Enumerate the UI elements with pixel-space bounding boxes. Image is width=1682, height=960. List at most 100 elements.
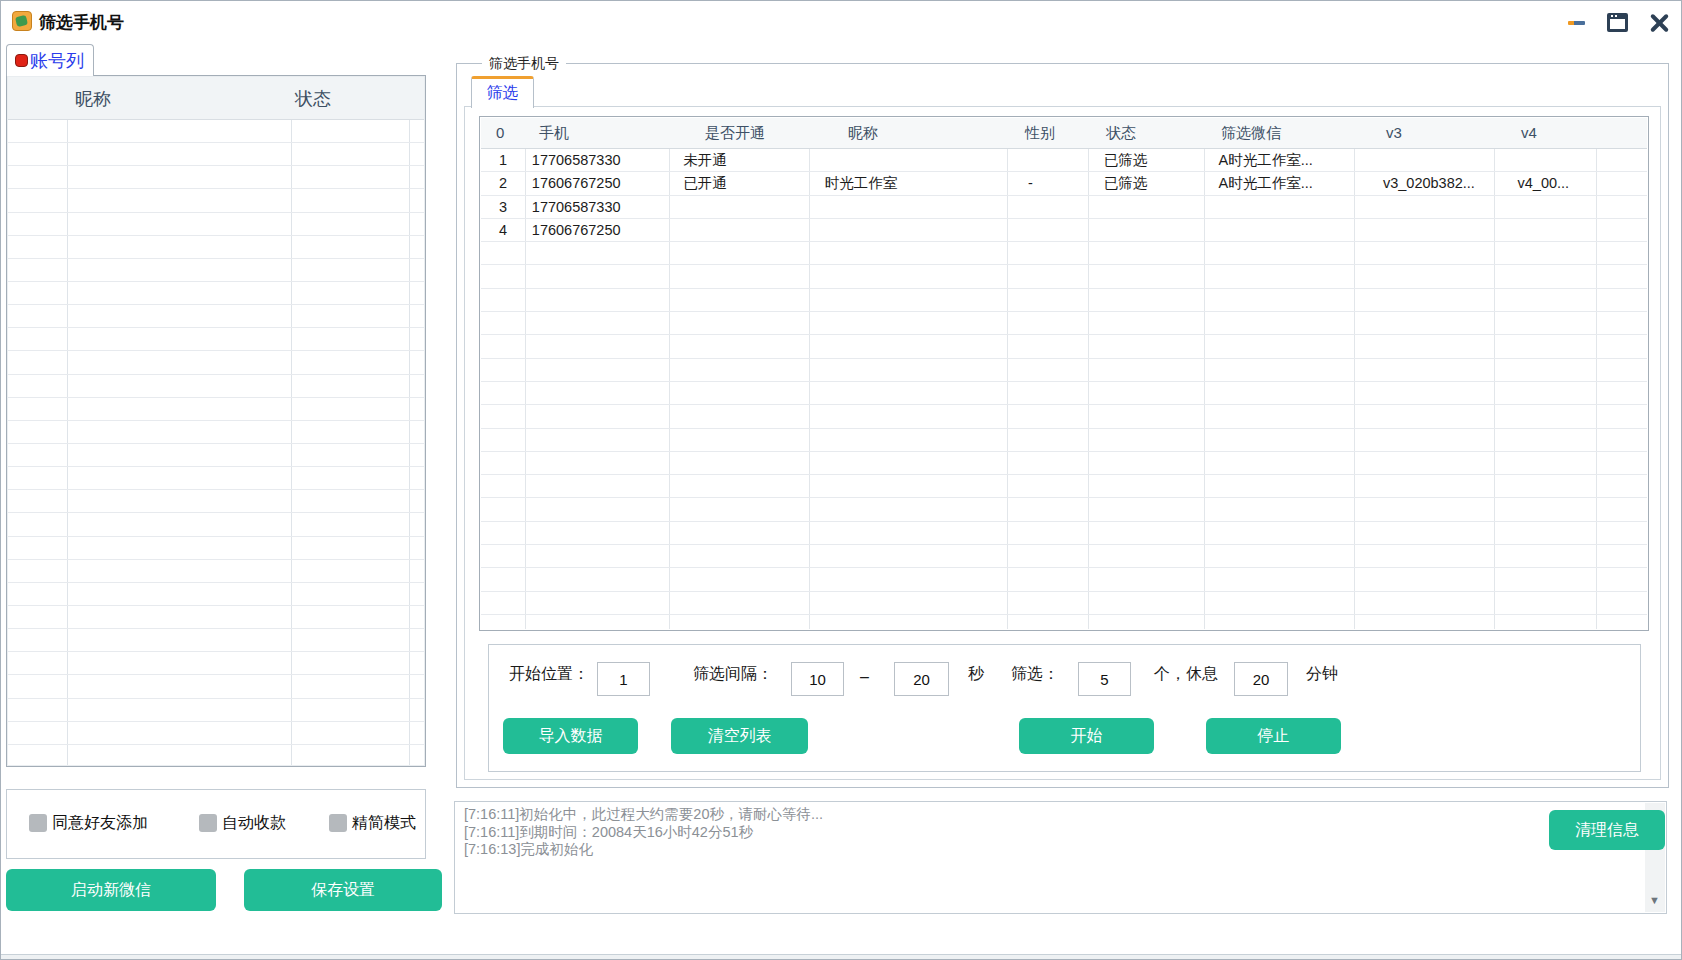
account-row[interactable] xyxy=(8,143,424,166)
account-row[interactable] xyxy=(8,328,424,351)
launch-wechat-button[interactable]: 启动新微信 xyxy=(6,869,216,911)
account-row[interactable] xyxy=(8,537,424,560)
account-row[interactable] xyxy=(8,351,424,374)
account-row[interactable] xyxy=(8,189,424,212)
account-row[interactable] xyxy=(8,629,424,652)
start-pos-input[interactable] xyxy=(597,662,650,696)
filter-row[interactable] xyxy=(481,405,1647,428)
filter-row[interactable] xyxy=(481,335,1647,358)
account-row[interactable] xyxy=(8,583,424,606)
filter-table-header: 0手机是否开通昵称性别状态筛选微信v3v4 xyxy=(481,118,1647,149)
account-table-header: 昵称 状态 xyxy=(8,77,424,120)
filter-cell xyxy=(1597,568,1647,590)
filter-row[interactable] xyxy=(481,475,1647,498)
account-cell xyxy=(8,490,68,512)
account-row[interactable] xyxy=(8,120,424,143)
filter-row[interactable]: 117706587330未开通已筛选A时光工作室... xyxy=(481,149,1647,172)
account-row[interactable] xyxy=(8,305,424,328)
filter-col-2: 是否开通 xyxy=(705,124,765,143)
tab-account-list[interactable]: 账号列 xyxy=(6,44,94,76)
checkbox-simple-mode[interactable] xyxy=(329,814,347,832)
filter-row[interactable] xyxy=(481,545,1647,568)
filter-row[interactable] xyxy=(481,615,1647,629)
scroll-down-icon[interactable]: ▼ xyxy=(1649,894,1660,906)
filter-row[interactable] xyxy=(481,522,1647,545)
filter-cell xyxy=(670,382,810,404)
account-row[interactable] xyxy=(8,675,424,698)
filter-cell xyxy=(670,359,810,381)
account-cell xyxy=(8,305,68,327)
clear-list-button[interactable]: 清空列表 xyxy=(671,718,808,754)
filter-cell xyxy=(810,545,1008,567)
account-cell xyxy=(68,444,291,466)
start-button[interactable]: 开始 xyxy=(1019,718,1154,754)
rest-input[interactable] xyxy=(1234,662,1288,696)
account-row[interactable] xyxy=(8,699,424,722)
filter-cell xyxy=(481,359,526,381)
filter-cell xyxy=(1597,382,1647,404)
filter-cell xyxy=(810,452,1008,474)
filter-row[interactable] xyxy=(481,498,1647,521)
minimize-button[interactable] xyxy=(1568,21,1585,25)
clear-log-button[interactable]: 清理信息 xyxy=(1549,810,1665,850)
import-data-button[interactable]: 导入数据 xyxy=(503,718,638,754)
filter-row[interactable]: 217606767250已开通时光工作室-已筛选A时光工作室...v3_020b… xyxy=(481,172,1647,195)
filter-col-6: 筛选微信 xyxy=(1221,124,1281,143)
filter-cell xyxy=(1205,522,1354,544)
checkbox-auto-collect[interactable] xyxy=(199,814,217,832)
filter-row[interactable] xyxy=(481,452,1647,475)
account-row[interactable] xyxy=(8,560,424,583)
account-row[interactable] xyxy=(8,652,424,675)
save-settings-button[interactable]: 保存设置 xyxy=(244,869,442,911)
account-row[interactable] xyxy=(8,490,424,513)
filter-count-input[interactable] xyxy=(1078,662,1131,696)
account-row[interactable] xyxy=(8,236,424,259)
filter-cell xyxy=(481,568,526,590)
account-row[interactable] xyxy=(8,444,424,467)
filter-row[interactable]: 417606767250 xyxy=(481,219,1647,242)
account-row[interactable] xyxy=(8,606,424,629)
account-cell xyxy=(410,467,424,489)
filter-row[interactable] xyxy=(481,265,1647,288)
account-row[interactable] xyxy=(8,259,424,282)
account-cell xyxy=(292,675,411,697)
account-row[interactable] xyxy=(8,398,424,421)
filter-cell xyxy=(1597,265,1647,287)
filter-row[interactable] xyxy=(481,359,1647,382)
filter-row[interactable] xyxy=(481,382,1647,405)
account-cell xyxy=(68,189,291,211)
filter-cell xyxy=(526,522,670,544)
account-cell xyxy=(292,583,411,605)
filter-cell xyxy=(1597,522,1647,544)
account-row[interactable] xyxy=(8,213,424,236)
filter-cell xyxy=(1597,452,1647,474)
account-cell xyxy=(410,537,424,559)
filter-row[interactable] xyxy=(481,289,1647,312)
account-row[interactable] xyxy=(8,375,424,398)
account-row[interactable] xyxy=(8,722,424,745)
close-button[interactable] xyxy=(1649,14,1670,32)
filter-cell xyxy=(1008,265,1089,287)
filter-row[interactable]: 317706587330 xyxy=(481,196,1647,219)
interval-max-input[interactable] xyxy=(894,662,949,696)
account-row[interactable] xyxy=(8,745,424,765)
filter-cell xyxy=(1355,429,1495,451)
filter-row[interactable] xyxy=(481,312,1647,335)
account-row[interactable] xyxy=(8,282,424,305)
account-row[interactable] xyxy=(8,166,424,189)
filter-row[interactable] xyxy=(481,568,1647,591)
checkbox-agree-friend[interactable] xyxy=(29,814,47,832)
account-row[interactable] xyxy=(8,467,424,490)
filter-cell xyxy=(1355,149,1495,171)
stop-button[interactable]: 停止 xyxy=(1206,718,1341,754)
filter-row[interactable] xyxy=(481,429,1647,452)
account-row[interactable] xyxy=(8,513,424,536)
maximize-button[interactable] xyxy=(1607,13,1628,32)
filter-cell: 时光工作室 xyxy=(810,172,1008,194)
tab-filter[interactable]: 筛选 xyxy=(471,76,534,108)
interval-min-input[interactable] xyxy=(791,662,844,696)
filter-cell xyxy=(1089,522,1206,544)
filter-row[interactable] xyxy=(481,242,1647,265)
account-row[interactable] xyxy=(8,421,424,444)
filter-row[interactable] xyxy=(481,592,1647,615)
